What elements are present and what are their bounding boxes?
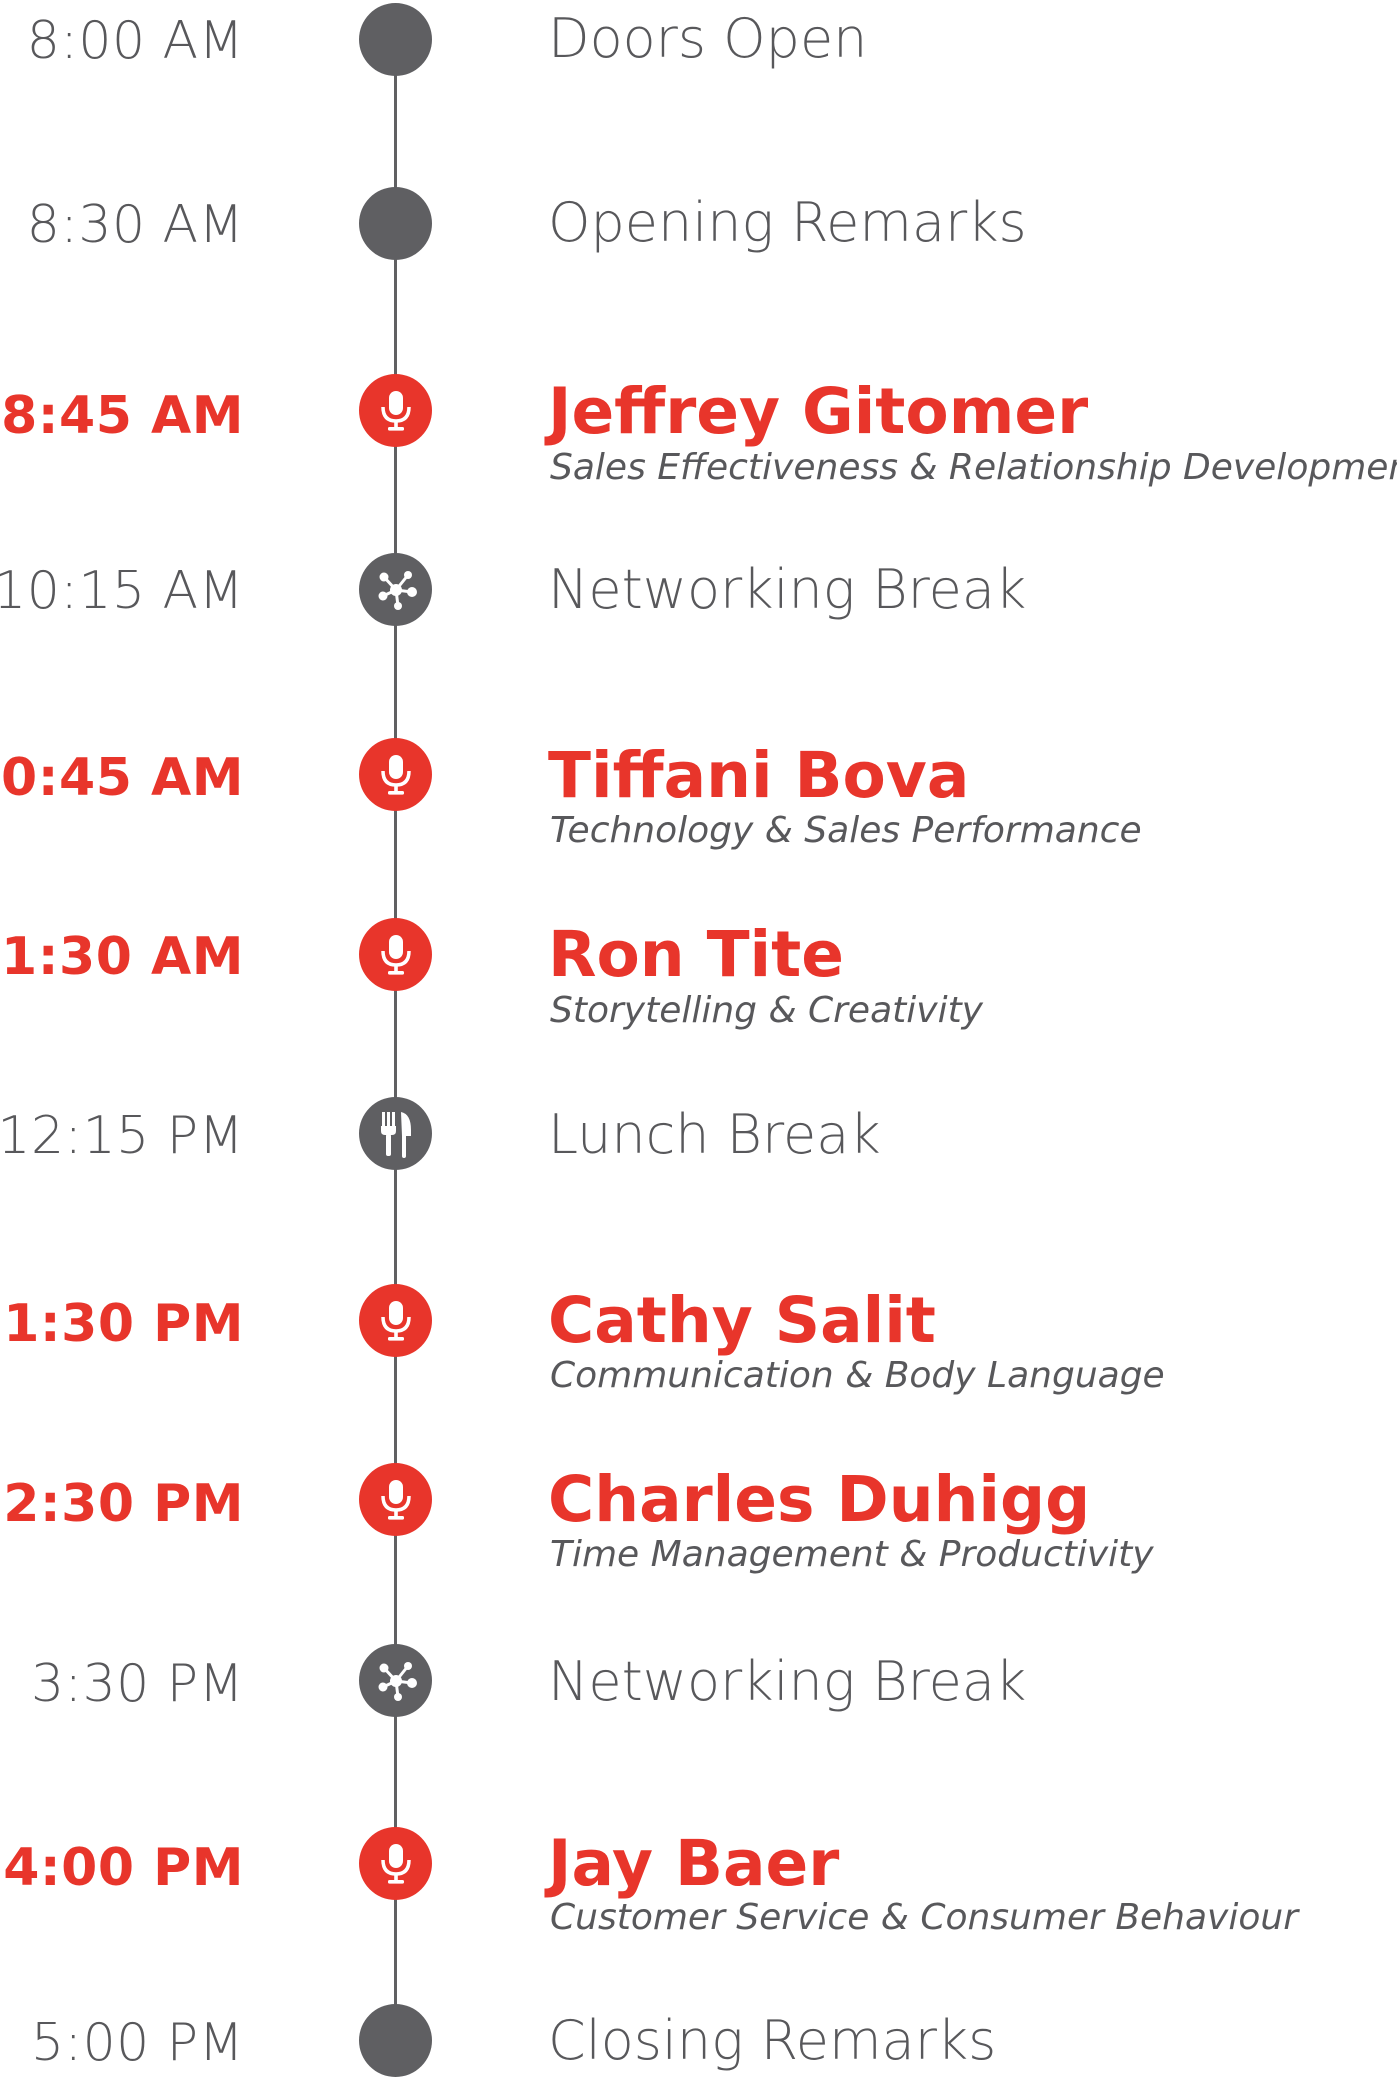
fork-knife-glyph	[380, 1111, 411, 1158]
agenda-time: 8:45 AM	[1, 386, 244, 446]
microphone-glyph	[380, 934, 411, 975]
speaker-name: Tiffani Bova	[548, 739, 970, 812]
microphone-icon	[359, 1463, 432, 1536]
speaker-name: Jay Baer	[548, 1827, 840, 1900]
agenda-title: Opening Remarks	[548, 191, 1027, 254]
network-icon	[359, 553, 432, 626]
network-icon	[359, 1644, 432, 1717]
agenda-title: Closing Remarks	[548, 2009, 997, 2072]
microphone-glyph	[380, 1843, 411, 1884]
speaker-topic: Customer Service & Consumer Behaviour	[550, 1897, 1299, 1938]
agenda-time: 12:15 PM	[0, 1106, 244, 1166]
agenda-item: 5:00 PM Closing Remarks	[0, 0, 1397, 2077]
agenda-title: Lunch Break	[548, 1103, 881, 1166]
agenda-time: 3:30 PM	[30, 1654, 244, 1714]
agenda-time: 2:30 PM	[3, 1474, 244, 1534]
network-glyph	[378, 570, 417, 610]
agenda-time: 5:00 PM	[30, 2013, 244, 2073]
speaker-name: Jeffrey Gitomer	[548, 375, 1089, 448]
microphone-icon	[359, 1827, 432, 1900]
network-glyph	[378, 1661, 417, 1701]
microphone-glyph	[380, 754, 411, 795]
agenda-time: 4:00 PM	[3, 1838, 244, 1898]
circle-icon	[359, 187, 432, 260]
fork-knife-icon	[359, 1097, 432, 1170]
speaker-name: Charles Duhigg	[548, 1463, 1091, 1536]
circle-icon	[359, 2004, 432, 2077]
timeline-axis	[394, 40, 397, 2040]
agenda-time: 10:15 AM	[0, 561, 244, 621]
microphone-glyph	[380, 1300, 411, 1341]
agenda-timeline: 8:00 AM Doors Open 8:30 AM Opening Remar…	[0, 0, 1397, 2077]
microphone-icon	[359, 918, 432, 991]
microphone-icon	[359, 1284, 432, 1357]
agenda-time: 8:30 AM	[26, 195, 244, 255]
agenda-time: 10:45 AM	[0, 748, 244, 808]
speaker-name: Cathy Salit	[548, 1284, 936, 1357]
speaker-topic: Communication & Body Language	[550, 1355, 1165, 1396]
agenda-title: Networking Break	[548, 1650, 1027, 1713]
speaker-topic: Sales Effectiveness & Relationship Devel…	[550, 447, 1397, 488]
agenda-title: Networking Break	[548, 558, 1027, 621]
speaker-topic: Storytelling & Creativity	[550, 990, 983, 1031]
microphone-icon	[359, 738, 432, 811]
microphone-icon	[359, 374, 432, 447]
speaker-name: Ron Tite	[548, 918, 844, 991]
microphone-glyph	[380, 1479, 411, 1520]
speaker-topic: Time Management & Productivity	[550, 1534, 1154, 1575]
speaker-topic: Technology & Sales Performance	[550, 810, 1142, 851]
agenda-time: 11:30 AM	[0, 927, 244, 987]
agenda-time: 1:30 PM	[3, 1294, 244, 1354]
microphone-glyph	[380, 390, 411, 431]
